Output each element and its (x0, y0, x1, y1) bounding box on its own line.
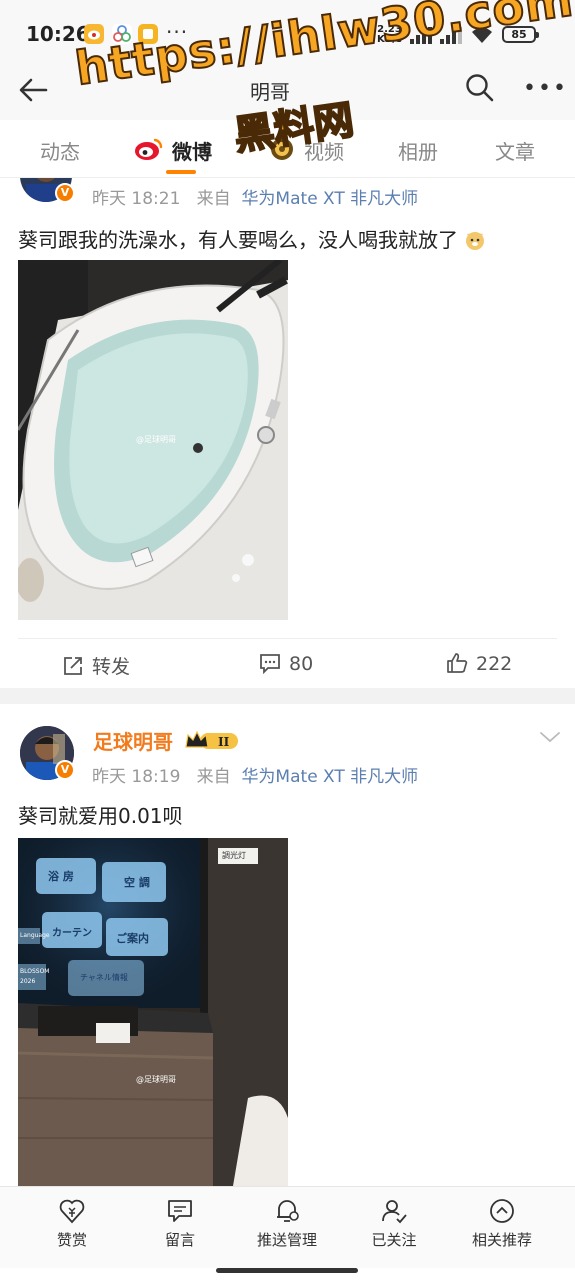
panel-side-year: 2026 (20, 978, 36, 985)
bottom-action-bar: 赞赏 留言 推送管理 已关注 相关推荐 (0, 1186, 575, 1268)
followed-user-icon (382, 1200, 407, 1224)
panel-side-blossom: BLOSSOM (20, 968, 50, 975)
home-indicator[interactable] (216, 1268, 358, 1273)
more-menu-icon[interactable]: ••• (523, 76, 568, 101)
image-watermark: @足球明哥 (136, 1075, 176, 1084)
weibo-logo-icon (135, 138, 163, 160)
message-icon (168, 1200, 192, 1222)
vip-level: II (218, 735, 230, 749)
tab-article[interactable]: 文章 (495, 136, 535, 165)
active-tab-indicator (166, 170, 196, 174)
vip-crown-badge: II (184, 728, 240, 756)
post-feed: V 昨天 18:21 来自 华为Mate XT 非凡大师 葵司跟我的洗澡水，有人… (0, 178, 575, 1186)
post-separator (0, 688, 575, 704)
verified-badge-icon: V (55, 183, 75, 203)
post-meta: 昨天 18:19 来自 华为Mate XT 非凡大师 (92, 767, 419, 787)
bell-settings-icon (277, 1200, 299, 1222)
verified-badge-icon: V (55, 760, 75, 780)
repost-icon (64, 657, 82, 675)
reward-heart-icon (59, 1199, 85, 1224)
message-button[interactable]: 留言 (130, 1197, 230, 1250)
recommend-icon (490, 1199, 514, 1223)
divider (18, 638, 557, 639)
post-image-bathtub[interactable]: @足球明哥 (18, 260, 288, 620)
panel-button-channel: チャネル情報 (80, 973, 128, 982)
tab-album[interactable]: 相册 (398, 136, 438, 165)
push-settings-button[interactable]: 推送管理 (237, 1197, 337, 1250)
like-button[interactable]: 222 (446, 652, 512, 675)
post-image-control-panel[interactable]: 浴 房 空 調 カーテン ご案内 チャネル情報 Language BLOSSOM… (18, 838, 288, 1186)
panel-side-language: Language (20, 932, 50, 939)
tab-dynamic[interactable]: 动态 (40, 136, 80, 165)
post-text: 葵司就爱用0.01呗 (18, 804, 183, 828)
doge-emoji-icon (458, 228, 486, 252)
tab-weibo[interactable]: 微博 (172, 136, 212, 165)
panel-button-aircon: 空 調 (124, 876, 150, 889)
chevron-down-icon[interactable] (539, 730, 561, 744)
post-meta: 昨天 18:21 来自 华为Mate XT 非凡大师 (92, 189, 419, 209)
panel-button-curtain: カーテン (52, 928, 92, 939)
panel-button-bath: 浴 房 (48, 870, 74, 883)
comment-button[interactable]: 80 (259, 652, 313, 675)
panel-top-label: 調光灯 (222, 851, 246, 860)
back-arrow-icon[interactable] (16, 72, 52, 108)
comment-icon (260, 654, 280, 675)
panel-button-guide: ご案内 (116, 932, 149, 945)
search-icon[interactable] (464, 72, 496, 104)
repost-button[interactable]: 转发 (62, 652, 130, 679)
image-watermark: @足球明哥 (136, 435, 176, 444)
recommend-button[interactable]: 相关推荐 (452, 1197, 552, 1250)
like-thumb-icon (447, 653, 468, 673)
reward-button[interactable]: 赞赏 (22, 1197, 122, 1250)
post-source-link[interactable]: 华为Mate XT 非凡大师 (241, 767, 418, 787)
post-source-link[interactable]: 华为Mate XT 非凡大师 (241, 189, 418, 209)
post-text: 葵司跟我的洗澡水，有人要喝么，没人喝我就放了 (18, 224, 486, 253)
followed-button[interactable]: 已关注 (344, 1197, 444, 1250)
username[interactable]: 足球明哥 (93, 726, 173, 755)
